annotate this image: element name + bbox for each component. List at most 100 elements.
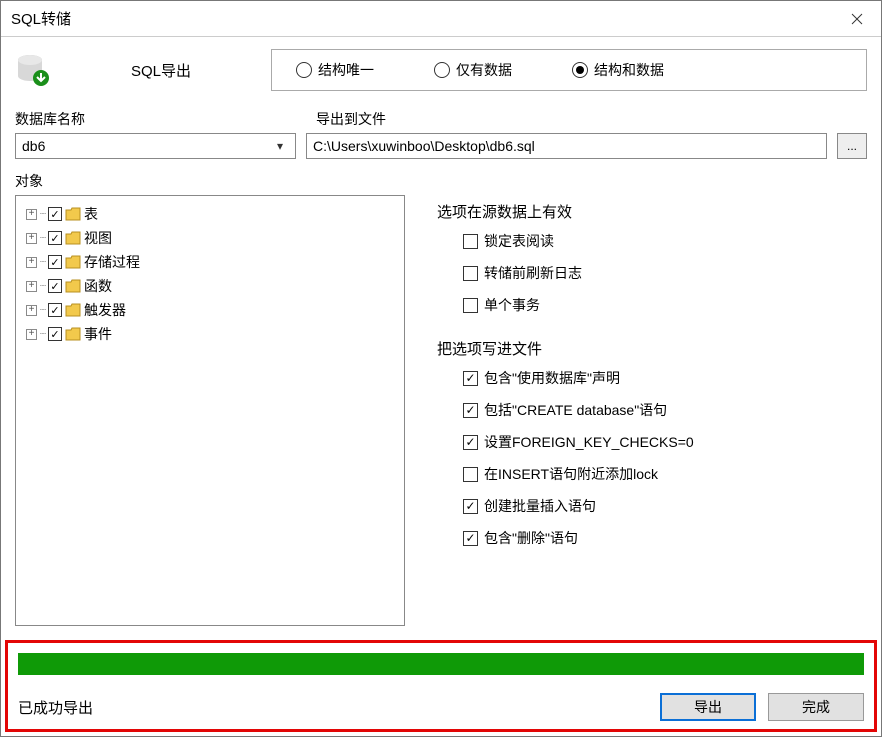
- radio-icon: [572, 62, 588, 78]
- done-button-label: 完成: [802, 697, 830, 717]
- option-label: 单个事务: [484, 295, 540, 315]
- option-flush-logs[interactable]: 转储前刷新日志: [463, 260, 867, 286]
- mid-row: + ┈ ✓ 表 + ┈ ✓ 视图 + ┈ ✓: [15, 195, 867, 626]
- option-bulk-insert[interactable]: ✓ 创建批量插入语句: [463, 493, 867, 519]
- checkbox-icon[interactable]: ✓: [48, 303, 62, 317]
- option-use-database[interactable]: ✓ 包含"使用数据库"声明: [463, 365, 867, 391]
- file-path-value: C:\Users\xuwinboo\Desktop\db6.sql: [313, 138, 535, 154]
- progress-bar: [18, 653, 864, 675]
- checkbox-icon[interactable]: [463, 298, 478, 313]
- option-lock-tables[interactable]: 锁定表阅读: [463, 228, 867, 254]
- folder-icon: [65, 207, 81, 221]
- export-button[interactable]: 导出: [660, 693, 756, 721]
- dialog-content: SQL导出 结构唯一 仅有数据 结构和数据 数据库名称 导出到文件: [1, 37, 881, 634]
- export-type-label: SQL导出: [61, 60, 261, 81]
- database-export-icon: [15, 52, 51, 88]
- labels-row: 数据库名称 导出到文件: [15, 109, 867, 129]
- dbname-label: 数据库名称: [15, 109, 296, 129]
- close-icon: [851, 13, 863, 25]
- option-single-transaction[interactable]: 单个事务: [463, 292, 867, 318]
- status-area: 已成功导出 导出 完成: [5, 640, 877, 732]
- tree-item-tables[interactable]: + ┈ ✓ 表: [22, 202, 398, 226]
- radio-structure-and-data[interactable]: 结构和数据: [572, 60, 664, 80]
- tree-connector: ┈: [40, 305, 45, 316]
- export-button-label: 导出: [694, 697, 722, 717]
- browse-button[interactable]: ...: [837, 133, 867, 159]
- expand-icon[interactable]: +: [26, 257, 37, 268]
- tree-connector: ┈: [40, 281, 45, 292]
- checkbox-icon[interactable]: ✓: [48, 255, 62, 269]
- tree-item-label: 触发器: [84, 300, 126, 320]
- tree-item-label: 存储过程: [84, 252, 140, 272]
- option-create-database[interactable]: ✓ 包括"CREATE database"语句: [463, 397, 867, 423]
- folder-icon: [65, 231, 81, 245]
- expand-icon[interactable]: +: [26, 233, 37, 244]
- checkbox-icon[interactable]: ✓: [48, 231, 62, 245]
- checkbox-icon[interactable]: [463, 467, 478, 482]
- folder-icon: [65, 327, 81, 341]
- option-label: 锁定表阅读: [484, 231, 554, 251]
- tree-connector: ┈: [40, 257, 45, 268]
- titlebar: SQL转储: [1, 1, 881, 37]
- radio-icon: [296, 62, 312, 78]
- tree-item-events[interactable]: + ┈ ✓ 事件: [22, 322, 398, 346]
- option-label: 在INSERT语句附近添加lock: [484, 464, 658, 484]
- checkbox-icon[interactable]: ✓: [48, 279, 62, 293]
- expand-icon[interactable]: +: [26, 281, 37, 292]
- expand-icon[interactable]: +: [26, 305, 37, 316]
- filepath-label: 导出到文件: [316, 109, 867, 129]
- database-select-value: db6: [22, 138, 271, 154]
- tree-item-triggers[interactable]: + ┈ ✓ 触发器: [22, 298, 398, 322]
- radio-label: 结构和数据: [594, 60, 664, 80]
- expand-icon[interactable]: +: [26, 329, 37, 340]
- export-mode-radio-group: 结构唯一 仅有数据 结构和数据: [271, 49, 867, 91]
- checkbox-icon[interactable]: ✓: [463, 499, 478, 514]
- expand-icon[interactable]: +: [26, 209, 37, 220]
- checkbox-icon[interactable]: [463, 234, 478, 249]
- done-button[interactable]: 完成: [768, 693, 864, 721]
- radio-structure-only[interactable]: 结构唯一: [296, 60, 374, 80]
- option-label: 转储前刷新日志: [484, 263, 582, 283]
- tree-connector: ┈: [40, 233, 45, 244]
- checkbox-icon[interactable]: ✓: [463, 531, 478, 546]
- option-include-drop[interactable]: ✓ 包含"删除"语句: [463, 525, 867, 551]
- status-row: 已成功导出 导出 完成: [18, 693, 864, 721]
- checkbox-icon[interactable]: [463, 266, 478, 281]
- tree-item-procedures[interactable]: + ┈ ✓ 存储过程: [22, 250, 398, 274]
- tree-item-views[interactable]: + ┈ ✓ 视图: [22, 226, 398, 250]
- tree-item-label: 事件: [84, 324, 112, 344]
- checkbox-icon[interactable]: ✓: [463, 403, 478, 418]
- radio-label: 仅有数据: [456, 60, 512, 80]
- objects-tree[interactable]: + ┈ ✓ 表 + ┈ ✓ 视图 + ┈ ✓: [15, 195, 405, 626]
- option-label: 创建批量插入语句: [484, 496, 596, 516]
- option-label: 包含"使用数据库"声明: [484, 368, 620, 388]
- file-path-input[interactable]: C:\Users\xuwinboo\Desktop\db6.sql: [306, 133, 827, 159]
- options-panel: 选项在源数据上有效 锁定表阅读 转储前刷新日志 单个事务 把选项写进文件 ✓ 包…: [429, 195, 867, 626]
- tree-item-label: 函数: [84, 276, 112, 296]
- ellipsis-icon: ...: [847, 139, 857, 153]
- radio-label: 结构唯一: [318, 60, 374, 80]
- tree-item-label: 表: [84, 204, 98, 224]
- dialog-window: SQL转储 SQL导出 结构唯一: [0, 0, 882, 737]
- radio-icon: [434, 62, 450, 78]
- folder-icon: [65, 255, 81, 269]
- option-insert-lock[interactable]: 在INSERT语句附近添加lock: [463, 461, 867, 487]
- tree-item-label: 视图: [84, 228, 112, 248]
- inputs-row: db6 ▾ C:\Users\xuwinboo\Desktop\db6.sql …: [15, 133, 867, 159]
- objects-label: 对象: [15, 171, 867, 191]
- radio-data-only[interactable]: 仅有数据: [434, 60, 512, 80]
- option-foreign-key-checks[interactable]: ✓ 设置FOREIGN_KEY_CHECKS=0: [463, 429, 867, 455]
- checkbox-icon[interactable]: ✓: [463, 371, 478, 386]
- checkbox-icon[interactable]: ✓: [48, 327, 62, 341]
- tree-item-functions[interactable]: + ┈ ✓ 函数: [22, 274, 398, 298]
- checkbox-icon[interactable]: ✓: [48, 207, 62, 221]
- close-button[interactable]: [833, 1, 881, 36]
- checkbox-icon[interactable]: ✓: [463, 435, 478, 450]
- folder-icon: [65, 303, 81, 317]
- tree-connector: ┈: [40, 329, 45, 340]
- status-message: 已成功导出: [18, 697, 648, 718]
- chevron-down-icon: ▾: [271, 139, 289, 153]
- database-select[interactable]: db6 ▾: [15, 133, 296, 159]
- file-options-title: 把选项写进文件: [437, 338, 867, 359]
- source-options-title: 选项在源数据上有效: [437, 201, 867, 222]
